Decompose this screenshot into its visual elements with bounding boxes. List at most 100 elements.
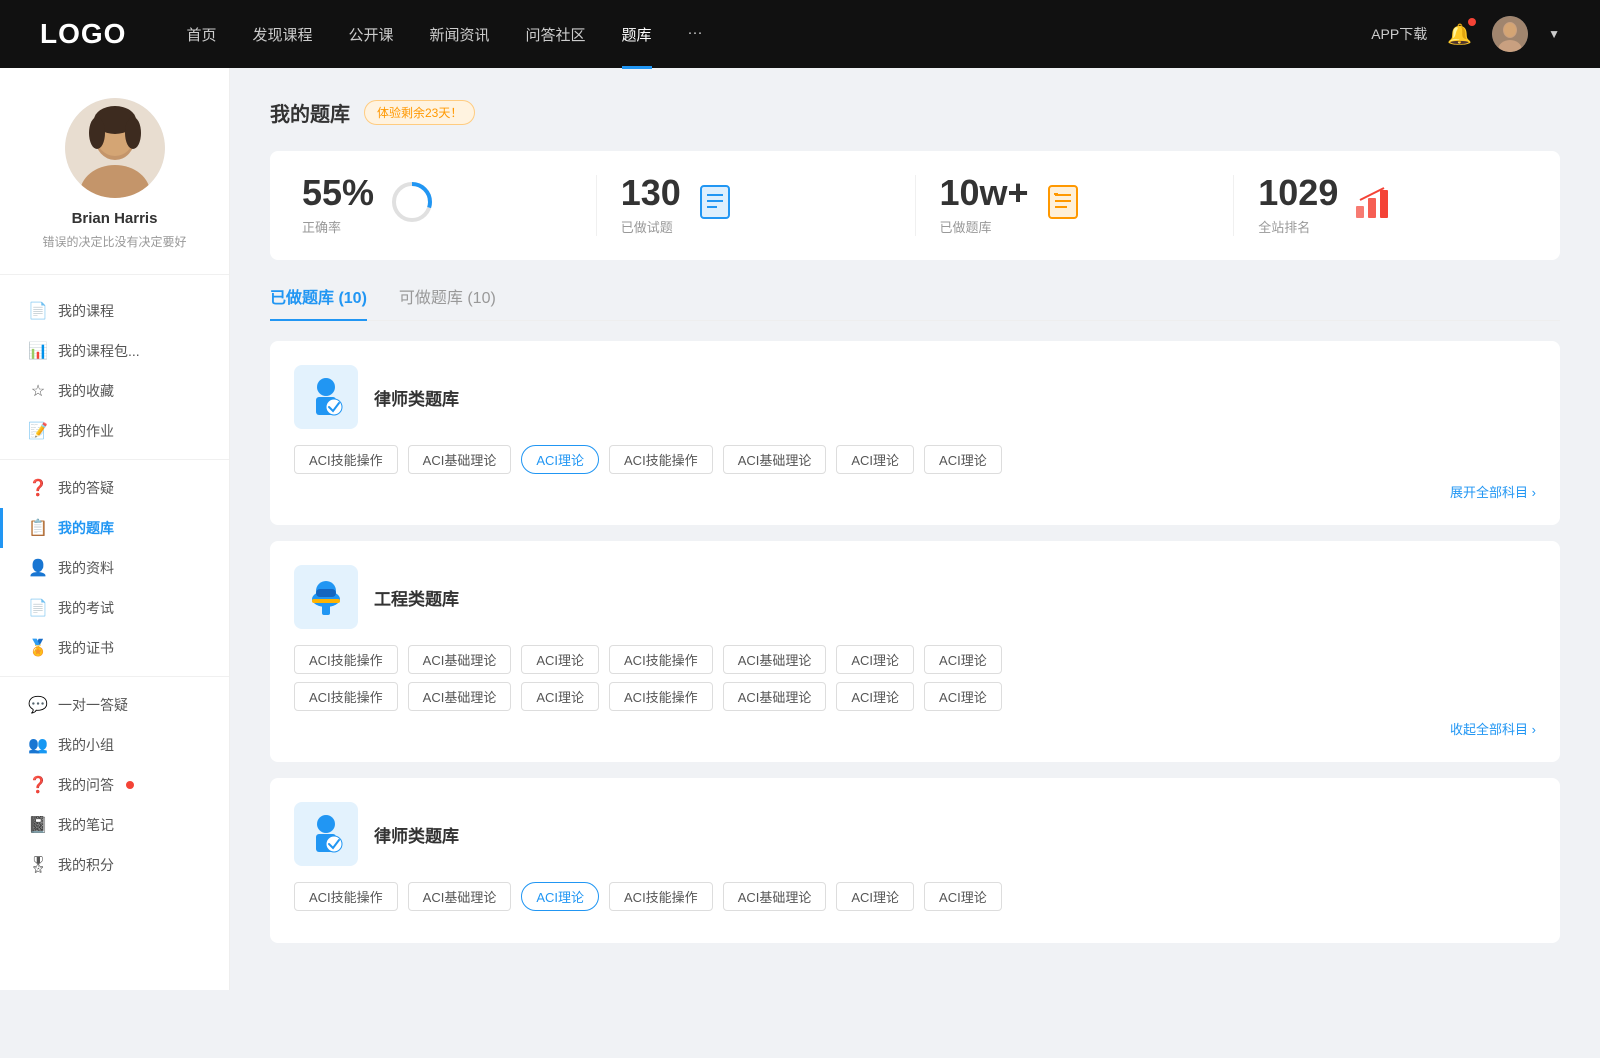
nav-link-more[interactable]: ··· xyxy=(688,24,703,45)
nav-link-opencourse[interactable]: 公开课 xyxy=(348,24,393,45)
bank-tags-1: ACI技能操作 ACI基础理论 ACI理论 ACI技能操作 ACI基础理论 AC… xyxy=(294,645,1536,674)
tag-1-1[interactable]: ACI基础理论 xyxy=(408,645,512,674)
sidebar-item-my-favorites[interactable]: ☆ 我的收藏 xyxy=(0,371,229,411)
tag-1-r2-6[interactable]: ACI理论 xyxy=(924,682,1002,711)
user-menu-chevron[interactable]: ▼ xyxy=(1548,27,1560,41)
stat-done-questions: 130 已做试题 xyxy=(621,175,916,236)
tag-1-0[interactable]: ACI技能操作 xyxy=(294,645,398,674)
sidebar-label-my-bank: 我的题库 xyxy=(58,518,114,538)
sidebar-item-my-qa[interactable]: ❓ 我的答疑 xyxy=(0,468,229,508)
sidebar-label-my-courses: 我的课程 xyxy=(58,301,114,321)
profile-motto: 错误的决定比没有决定要好 xyxy=(20,233,209,250)
tag-1-3[interactable]: ACI技能操作 xyxy=(609,645,713,674)
navbar-right: APP下载 🔔 ▼ xyxy=(1371,16,1560,52)
stat-done-banks: 10w+ 已做题库 xyxy=(940,175,1235,236)
exam-icon: 📄 xyxy=(28,598,48,618)
bank-title-1: 工程类题库 xyxy=(374,585,459,610)
sidebar-item-my-points[interactable]: 🎖 我的积分 xyxy=(0,845,229,885)
group-icon: 👥 xyxy=(28,735,48,755)
logo: LOGO xyxy=(40,18,126,50)
nav-link-news[interactable]: 新闻资讯 xyxy=(430,24,490,45)
bank-tags-1-row2: ACI技能操作 ACI基础理论 ACI理论 ACI技能操作 ACI基础理论 AC… xyxy=(294,682,1536,711)
bank-lawyer-icon-2 xyxy=(294,802,358,866)
stat-done-questions-label: 已做试题 xyxy=(621,217,681,236)
tag-0-5[interactable]: ACI理论 xyxy=(836,445,914,474)
tag-2-5[interactable]: ACI理论 xyxy=(836,882,914,911)
tag-2-3[interactable]: ACI技能操作 xyxy=(609,882,713,911)
star-icon: ☆ xyxy=(28,381,48,401)
nav-link-discover[interactable]: 发现课程 xyxy=(252,24,312,45)
homework-icon: 📝 xyxy=(28,421,48,441)
notification-bell[interactable]: 🔔 xyxy=(1447,22,1472,47)
stats-card: 55% 正确率 130 已做试题 xyxy=(270,151,1560,260)
divider-1 xyxy=(0,459,229,460)
page-title: 我的题库 xyxy=(270,98,350,127)
sidebar-label-my-points: 我的积分 xyxy=(58,855,114,875)
sidebar-item-my-group[interactable]: 👥 我的小组 xyxy=(0,725,229,765)
app-download-button[interactable]: APP下载 xyxy=(1371,24,1427,44)
sidebar-item-my-questions[interactable]: ❓ 我的问答 xyxy=(0,765,229,805)
tag-0-3[interactable]: ACI技能操作 xyxy=(609,445,713,474)
bank-lawyer-icon-0 xyxy=(294,365,358,429)
sidebar-label-my-notes: 我的笔记 xyxy=(58,815,114,835)
sidebar-item-my-packages[interactable]: 📊 我的课程包... xyxy=(0,331,229,371)
profile-name: Brian Harris xyxy=(20,210,209,227)
tag-1-r2-3[interactable]: ACI技能操作 xyxy=(609,682,713,711)
sidebar-label-my-group: 我的小组 xyxy=(58,735,114,755)
stat-accuracy-label: 正确率 xyxy=(302,217,374,236)
sidebar-item-my-exams[interactable]: 📄 我的考试 xyxy=(0,588,229,628)
tag-1-r2-2[interactable]: ACI理论 xyxy=(521,682,599,711)
stat-done-banks-number: 10w+ xyxy=(940,175,1029,211)
tag-0-0[interactable]: ACI技能操作 xyxy=(294,445,398,474)
sidebar-menu: 📄 我的课程 📊 我的课程包... ☆ 我的收藏 📝 我的作业 ❓ 我的答疑 � xyxy=(0,275,229,901)
tag-1-2[interactable]: ACI理论 xyxy=(521,645,599,674)
page-layout: Brian Harris 错误的决定比没有决定要好 📄 我的课程 📊 我的课程包… xyxy=(0,68,1600,990)
sidebar-item-my-certs[interactable]: 🏅 我的证书 xyxy=(0,628,229,668)
sidebar-label-my-exams: 我的考试 xyxy=(58,598,114,618)
sidebar-item-my-courses[interactable]: 📄 我的课程 xyxy=(0,291,229,331)
tag-2-4[interactable]: ACI基础理论 xyxy=(723,882,827,911)
question-icon: ❓ xyxy=(28,775,48,795)
tab-available-banks[interactable]: 可做题库 (10) xyxy=(399,284,496,320)
tag-1-r2-0[interactable]: ACI技能操作 xyxy=(294,682,398,711)
sidebar-label-my-qa: 我的答疑 xyxy=(58,478,114,498)
tag-1-6[interactable]: ACI理论 xyxy=(924,645,1002,674)
user-avatar-nav[interactable] xyxy=(1492,16,1528,52)
sidebar: Brian Harris 错误的决定比没有决定要好 📄 我的课程 📊 我的课程包… xyxy=(0,68,230,990)
tag-1-r2-1[interactable]: ACI基础理论 xyxy=(408,682,512,711)
tag-1-r2-5[interactable]: ACI理论 xyxy=(836,682,914,711)
question-badge xyxy=(126,781,134,789)
bank-tags-2: ACI技能操作 ACI基础理论 ACI理论 ACI技能操作 ACI基础理论 AC… xyxy=(294,882,1536,911)
sidebar-item-one-on-one[interactable]: 💬 一对一答疑 xyxy=(0,685,229,725)
cert-icon: 🏅 xyxy=(28,638,48,658)
stat-accuracy: 55% 正确率 xyxy=(302,175,597,236)
sidebar-item-my-profile[interactable]: 👤 我的资料 xyxy=(0,548,229,588)
stat-accuracy-number: 55% xyxy=(302,175,374,211)
tag-2-1[interactable]: ACI基础理论 xyxy=(408,882,512,911)
bank-card-0: 律师类题库 ACI技能操作 ACI基础理论 ACI理论 ACI技能操作 ACI基… xyxy=(270,341,1560,525)
nav-link-home[interactable]: 首页 xyxy=(186,24,216,45)
one-on-one-icon: 💬 xyxy=(28,695,48,715)
tag-1-4[interactable]: ACI基础理论 xyxy=(723,645,827,674)
bank-tags-0: ACI技能操作 ACI基础理论 ACI理论 ACI技能操作 ACI基础理论 AC… xyxy=(294,445,1536,474)
nav-link-bank[interactable]: 题库 xyxy=(622,24,652,45)
tab-done-banks[interactable]: 已做题库 (10) xyxy=(270,284,367,320)
tag-0-2[interactable]: ACI理论 xyxy=(521,445,599,474)
tag-2-6[interactable]: ACI理论 xyxy=(924,882,1002,911)
tag-0-6[interactable]: ACI理论 xyxy=(924,445,1002,474)
sidebar-item-my-homework[interactable]: 📝 我的作业 xyxy=(0,411,229,451)
tag-1-r2-4[interactable]: ACI基础理论 xyxy=(723,682,827,711)
tag-2-2[interactable]: ACI理论 xyxy=(521,882,599,911)
bank-card-2: 律师类题库 ACI技能操作 ACI基础理论 ACI理论 ACI技能操作 ACI基… xyxy=(270,778,1560,943)
nav-link-qa[interactable]: 问答社区 xyxy=(526,24,586,45)
tag-0-1[interactable]: ACI基础理论 xyxy=(408,445,512,474)
tag-2-0[interactable]: ACI技能操作 xyxy=(294,882,398,911)
tag-0-4[interactable]: ACI基础理论 xyxy=(723,445,827,474)
site-rank-icon xyxy=(1354,184,1390,227)
stat-done-questions-number: 130 xyxy=(621,175,681,211)
tag-1-5[interactable]: ACI理论 xyxy=(836,645,914,674)
sidebar-item-my-bank[interactable]: 📋 我的题库 xyxy=(0,508,229,548)
sidebar-item-my-notes[interactable]: 📓 我的笔记 xyxy=(0,805,229,845)
expand-link-0[interactable]: 展开全部科目 › xyxy=(294,482,1536,501)
collapse-link-1[interactable]: 收起全部科目 › xyxy=(294,719,1536,738)
